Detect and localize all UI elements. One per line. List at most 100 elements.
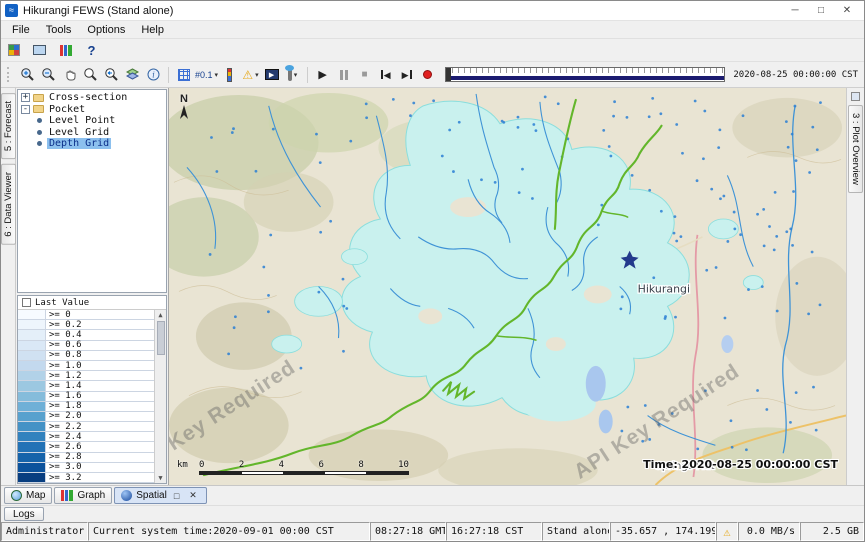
info-icon[interactable]: i — [144, 65, 163, 85]
zoom-out-icon[interactable] — [39, 65, 58, 85]
legend-row: >= 1.8 — [18, 402, 154, 412]
scale-tick: 6 — [318, 460, 323, 470]
map-canvas[interactable]: Hikurangi Springs Flat — [169, 88, 846, 485]
last-value-checkbox[interactable] — [22, 298, 31, 307]
menu-bar: File Tools Options Help — [1, 21, 864, 39]
collapse-icon[interactable]: - — [21, 105, 30, 114]
tree-item-pocket[interactable]: - Pocket — [18, 104, 166, 116]
logs-button[interactable]: Logs — [4, 507, 44, 521]
explorer-panel: +Cross-section- PocketLevel PointLevel Gr… — [16, 88, 169, 485]
zoom-extent-icon[interactable] — [81, 65, 100, 85]
legend-scrollbar[interactable]: ▲ ▼ — [154, 310, 166, 483]
tree-item-label: Pocket — [47, 104, 87, 115]
probe-dropdown-icon[interactable] — [283, 65, 302, 85]
maximize-icon[interactable]: □ — [808, 5, 834, 16]
scroll-thumb[interactable] — [157, 321, 165, 355]
legend-color-swatch — [18, 463, 46, 472]
play-icon[interactable] — [313, 65, 332, 85]
legend-row: >= 1.2 — [18, 371, 154, 381]
scale-bar-labels: km 0 2 4 6 8 10 — [177, 460, 409, 470]
step-bar — [410, 70, 412, 79]
map-time-label: Time: 2020-08-25 00:00:00 CST — [643, 458, 838, 471]
menu-file[interactable]: File — [4, 22, 38, 38]
tab-plot-overview[interactable]: 3 : Plot Overview — [848, 105, 863, 193]
status-memory: 2.5 GB — [800, 522, 864, 541]
menu-options[interactable]: Options — [79, 22, 133, 38]
record-icon[interactable] — [418, 65, 437, 85]
close-panel-icon[interactable]: ✕ — [186, 490, 200, 501]
tree-item-cross-section[interactable]: +Cross-section — [18, 92, 166, 104]
tab-map[interactable]: Map — [4, 487, 52, 504]
close-icon[interactable]: ✕ — [834, 5, 860, 16]
display-icon[interactable] — [30, 40, 49, 60]
legend-value-label: >= 2.4 — [46, 432, 154, 441]
graph-icon — [61, 490, 73, 501]
toolbar-grip[interactable] — [7, 67, 12, 82]
stop-icon[interactable] — [355, 65, 374, 85]
legend-row: >= 2.2 — [18, 422, 154, 432]
north-label: N — [180, 93, 188, 105]
modules-glyph — [8, 44, 20, 56]
tree-item-level-point[interactable]: Level Point — [18, 115, 166, 127]
warning-dropdown-icon[interactable] — [241, 65, 260, 85]
legend-color-swatch — [18, 330, 46, 339]
legend-row: >= 0.2 — [18, 320, 154, 330]
expand-icon[interactable]: + — [21, 93, 30, 102]
tab-graph[interactable]: Graph — [54, 487, 112, 504]
animation-icon[interactable] — [262, 65, 281, 85]
scroll-down-icon[interactable]: ▼ — [158, 473, 162, 483]
main-toolbar: ? — [1, 39, 864, 62]
float-panel-icon[interactable]: □ — [171, 491, 182, 501]
help-icon[interactable]: ? — [82, 40, 101, 60]
timeline-handle[interactable] — [446, 68, 451, 81]
grid-precision-dropdown[interactable]: #0.1 — [195, 65, 218, 85]
legend-value-label: >= 1.4 — [46, 381, 154, 390]
tab-forecast[interactable]: 5 : Forecast — [1, 93, 16, 159]
legend-row: >= 3.2 — [18, 473, 154, 483]
step-end-icon[interactable] — [397, 65, 416, 85]
node-dot-icon — [37, 130, 42, 135]
timeline-ticks — [446, 68, 724, 73]
minimize-icon[interactable]: ─ — [782, 5, 808, 16]
legend-color-swatch — [18, 412, 46, 421]
pan-icon[interactable] — [60, 65, 79, 85]
grid-display-icon[interactable] — [174, 65, 193, 85]
legend-value-label: >= 2.2 — [46, 422, 154, 431]
legend-row: >= 0.8 — [18, 351, 154, 361]
legend-row: >= 0.4 — [18, 330, 154, 340]
timeline-slider[interactable] — [445, 67, 725, 82]
menu-tools[interactable]: Tools — [38, 22, 80, 38]
tab-spatial[interactable]: Spatial □ ✕ — [114, 487, 207, 504]
tree-item-level-grid[interactable]: Level Grid — [18, 127, 166, 139]
status-coordinates: -35.657 , 174.199 — [610, 522, 716, 541]
spatial-icon — [121, 490, 132, 501]
step-begin-icon[interactable] — [376, 65, 395, 85]
status-network-speed: 0.0 MB/s — [738, 522, 800, 541]
chart-icon[interactable] — [56, 40, 75, 60]
legend-color-swatch — [18, 473, 46, 482]
zoom-in-icon[interactable] — [18, 65, 37, 85]
profile-gauge-icon[interactable] — [220, 65, 239, 85]
legend-color-swatch — [18, 310, 46, 319]
legend-value-label: >= 0.2 — [46, 320, 154, 329]
pause-icon[interactable] — [334, 65, 353, 85]
scale-tick: 4 — [279, 460, 284, 470]
map-view[interactable]: Hikurangi Springs Flat N API Key Require… — [169, 88, 846, 485]
tab-map-label: Map — [26, 490, 45, 501]
legend-row: >= 0 — [18, 310, 154, 320]
layers-icon[interactable] — [123, 65, 142, 85]
scale-bar: km 0 2 4 6 8 10 — [177, 460, 409, 475]
map-toolbar: i #0.1 2020-08-25 00:00:00 CST — [1, 62, 864, 88]
dock-icon[interactable] — [851, 92, 860, 101]
memory-label: 2.5 GB — [823, 526, 859, 537]
scroll-up-icon[interactable]: ▲ — [158, 310, 162, 320]
modules-icon[interactable] — [4, 40, 23, 60]
legend-color-swatch — [18, 442, 46, 451]
tree-item-depth-grid[interactable]: Depth Grid — [18, 138, 166, 150]
zoom-previous-icon[interactable] — [102, 65, 121, 85]
legend-value-label: >= 1.6 — [46, 392, 154, 401]
tab-data-viewer[interactable]: 6 : Data Viewer — [1, 164, 16, 245]
menu-help[interactable]: Help — [133, 22, 172, 38]
legend-panel: Last Value >= 0>= 0.2>= 0.4>= 0.6>= 0.8>… — [17, 295, 167, 484]
status-warning-icon[interactable] — [716, 522, 738, 541]
